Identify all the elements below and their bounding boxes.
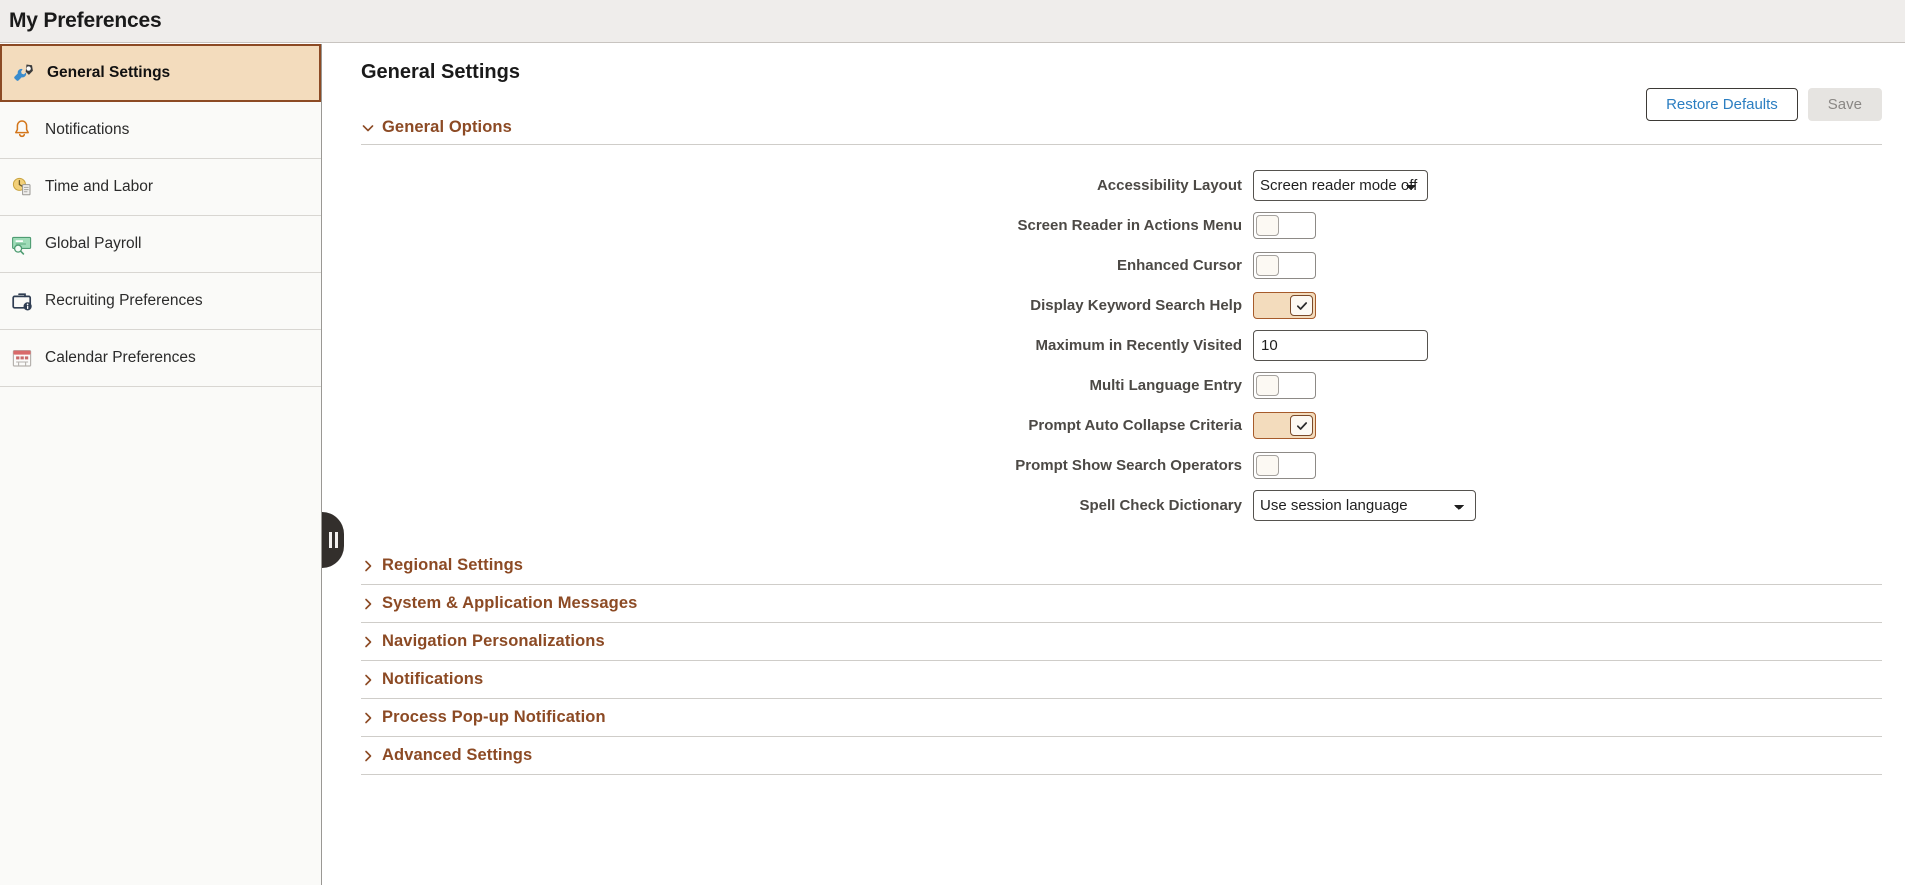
form-row-prompt-show-search-operators: Prompt Show Search Operators: [323, 446, 1905, 485]
sidebar-item-general-settings[interactable]: General Settings: [0, 44, 321, 102]
form-row-spell-check-dictionary: Spell Check Dictionary Use session langua…: [323, 486, 1905, 525]
control-maximum-in-recently-visited: [1253, 330, 1428, 361]
control-multi-language-entry: [1253, 372, 1316, 399]
sidebar-item-label: Notifications: [45, 121, 130, 138]
toggle-knob: [1256, 215, 1279, 236]
label-spell-check-dictionary: Spell Check Dictionary: [1079, 497, 1242, 514]
app-header: My Preferences: [0, 0, 1905, 43]
form-row-screen-reader-in-actions-menu: Screen Reader in Actions Menu: [323, 206, 1905, 245]
clock-document-icon: [9, 174, 35, 200]
maximum-in-recently-visited-input[interactable]: [1253, 330, 1428, 361]
calendar-icon: [9, 345, 35, 371]
label-prompt-show-search-operators: Prompt Show Search Operators: [1015, 457, 1242, 474]
general-options-fields: Accessibility Layout Screen reader mode o…: [323, 145, 1905, 525]
main-content: General Settings Restore Defaults Save G…: [323, 44, 1905, 885]
chevron-right-icon: [365, 636, 372, 647]
action-button-bar: Restore Defaults Save: [1646, 88, 1882, 121]
enhanced-cursor-toggle[interactable]: [1253, 252, 1316, 279]
sidebar-item-calendar-preferences[interactable]: Calendar Preferences: [0, 330, 321, 387]
control-screen-reader-in-actions-menu: [1253, 212, 1316, 239]
check-icon: [1296, 301, 1307, 310]
control-accessibility-layout: Screen reader mode offScreen reader mode…: [1253, 170, 1428, 201]
toggle-knob: [1290, 295, 1313, 316]
multi-language-entry-toggle[interactable]: [1253, 372, 1316, 399]
control-display-keyword-search-help: [1253, 292, 1316, 319]
group-title: Notifications: [382, 670, 484, 688]
chevron-right-icon: [365, 560, 372, 571]
form-row-display-keyword-search-help: Display Keyword Search Help: [323, 286, 1905, 325]
control-prompt-show-search-operators: [1253, 452, 1316, 479]
toggle-knob: [1256, 455, 1279, 476]
page-title: My Preferences: [9, 9, 162, 32]
handle-bar-right: [334, 532, 338, 548]
group-title-general-options: General Options: [382, 118, 512, 136]
handle-bar-left: [328, 532, 332, 548]
label-accessibility-layout: Accessibility Layout: [1096, 177, 1242, 194]
chevron-right-icon: [365, 750, 372, 761]
sidebar-item-notifications[interactable]: Notifications: [0, 102, 321, 159]
label-screen-reader-in-actions-menu: Screen Reader in Actions Menu: [1017, 217, 1242, 234]
label-enhanced-cursor: Enhanced Cursor: [1116, 257, 1242, 274]
label-display-keyword-search-help: Display Keyword Search Help: [1030, 297, 1242, 314]
sidebar-item-label: Recruiting Preferences: [45, 292, 203, 309]
label-multi-language-entry: Multi Language Entry: [1089, 377, 1242, 394]
display-keyword-search-help-toggle[interactable]: [1253, 292, 1316, 319]
group-header-general-options[interactable]: General Options: [361, 118, 1882, 145]
sidebar-item-global-payroll[interactable]: Global Payroll: [0, 216, 321, 273]
toggle-knob: [1256, 255, 1279, 276]
sidebar-item-label: Global Payroll: [45, 235, 142, 252]
control-prompt-auto-collapse-criteria: [1253, 412, 1316, 439]
group-header-regional-settings[interactable]: Regional Settings: [361, 547, 1882, 585]
spell-check-dictionary-select[interactable]: Use session language: [1253, 490, 1476, 521]
form-row-prompt-auto-collapse-criteria: Prompt Auto Collapse Criteria: [323, 406, 1905, 445]
group-title: System & Application Messages: [382, 594, 638, 612]
chevron-right-icon: [365, 598, 372, 609]
content-page-title: General Settings: [361, 61, 520, 83]
group-title: Process Pop-up Notification: [382, 708, 606, 726]
restore-defaults-button[interactable]: Restore Defaults: [1646, 88, 1798, 121]
label-maximum-in-recently-visited: Maximum in Recently Visited: [1035, 337, 1242, 354]
accessibility-layout-select[interactable]: Screen reader mode offScreen reader mode…: [1253, 170, 1428, 201]
prompt-show-search-operators-toggle[interactable]: [1253, 452, 1316, 479]
wrench-gear-icon: [11, 60, 37, 86]
toggle-knob: [1290, 415, 1313, 436]
group-header-navigation-personalizations[interactable]: Navigation Personalizations: [361, 623, 1882, 661]
chevron-right-icon: [365, 674, 372, 685]
sidebar-item-label: General Settings: [47, 64, 171, 81]
group-header-process-pop-up-notification[interactable]: Process Pop-up Notification: [361, 699, 1882, 737]
save-button: Save: [1807, 88, 1882, 121]
control-spell-check-dictionary: Use session language: [1253, 490, 1476, 521]
group-title: Navigation Personalizations: [382, 632, 605, 650]
sidebar-item-label: Calendar Preferences: [45, 349, 196, 366]
collapsed-sections-list: Regional Settings System & Application Me…: [323, 547, 1905, 775]
bell-icon: [9, 117, 35, 143]
group-header-notifications[interactable]: Notifications: [361, 661, 1882, 699]
prompt-auto-collapse-criteria-toggle[interactable]: [1253, 412, 1316, 439]
group-header-system-application-messages[interactable]: System & Application Messages: [361, 585, 1882, 623]
group-header-advanced-settings[interactable]: Advanced Settings: [361, 737, 1882, 775]
form-row-multi-language-entry: Multi Language Entry: [323, 366, 1905, 405]
form-row-maximum-in-recently-visited: Maximum in Recently Visited: [323, 326, 1905, 365]
form-row-enhanced-cursor: Enhanced Cursor: [323, 246, 1905, 285]
label-prompt-auto-collapse-criteria: Prompt Auto Collapse Criteria: [1028, 417, 1242, 434]
sidebar-item-label: Time and Labor: [45, 178, 153, 195]
sidebar-item-time-and-labor[interactable]: Time and Labor: [0, 159, 321, 216]
group-title: Regional Settings: [382, 556, 524, 574]
check-icon: [1296, 421, 1307, 430]
money-search-icon: [9, 231, 35, 257]
group-title: Advanced Settings: [382, 746, 533, 764]
screen-reader-in-actions-menu-toggle[interactable]: [1253, 212, 1316, 239]
toggle-knob: [1256, 375, 1279, 396]
sidebar-item-recruiting-preferences[interactable]: Recruiting Preferences: [0, 273, 321, 330]
control-enhanced-cursor: [1253, 252, 1316, 279]
briefcase-info-icon: [9, 288, 35, 314]
sidebar: General Settings Notifications Time and La…: [0, 44, 322, 885]
chevron-right-icon: [365, 712, 372, 723]
chevron-down-icon: [362, 124, 374, 131]
form-row-accessibility-layout: Accessibility Layout Screen reader mode o…: [323, 166, 1905, 205]
